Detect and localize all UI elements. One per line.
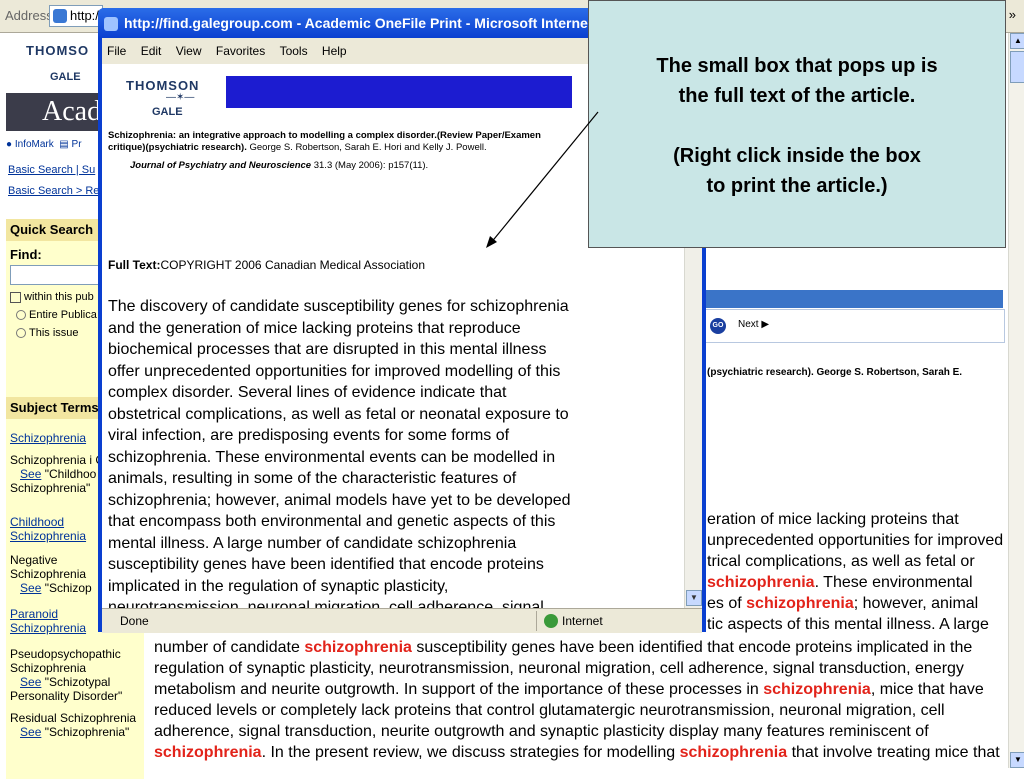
callout-arrow xyxy=(486,111,599,248)
